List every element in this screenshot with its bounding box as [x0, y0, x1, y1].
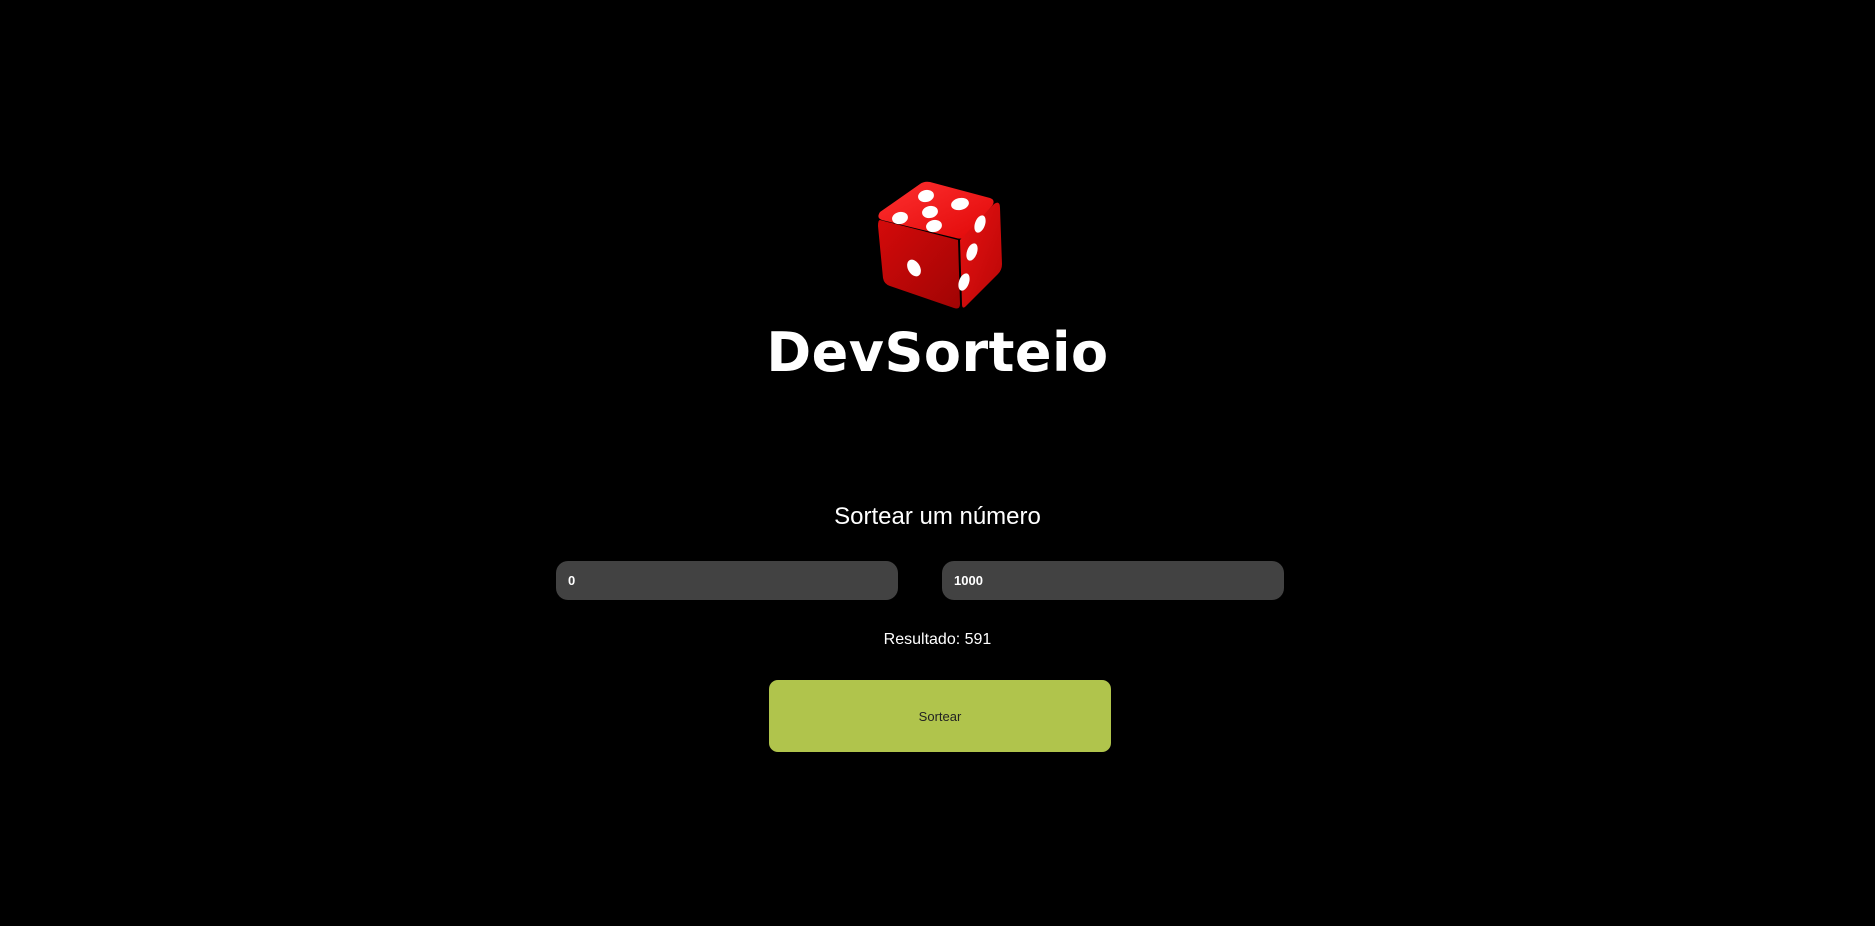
section-title: Sortear um número [834, 503, 1041, 530]
max-number-input[interactable] [942, 561, 1284, 600]
app-title: DevSorteio [766, 321, 1109, 384]
red-dice-icon [878, 181, 1002, 309]
draw-button[interactable]: Sortear [769, 680, 1111, 752]
page: DevSorteio Sortear um número Resultado: … [0, 0, 1875, 926]
min-number-input[interactable] [556, 561, 898, 600]
result-text: Resultado: 591 [883, 631, 992, 648]
